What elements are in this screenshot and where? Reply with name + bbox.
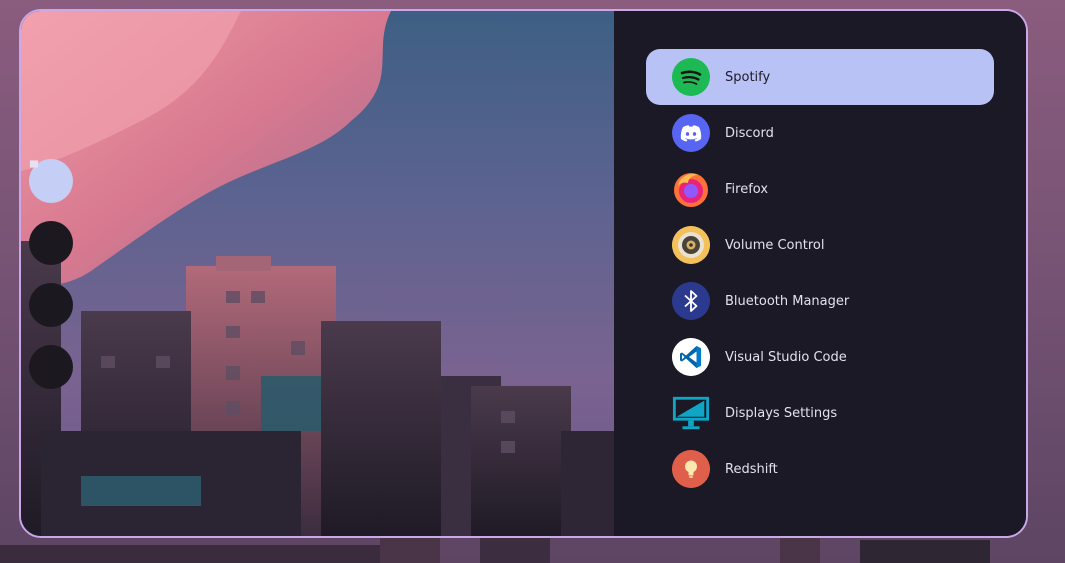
volume-control-icon (672, 226, 710, 264)
side-button-windows[interactable] (29, 160, 73, 327)
app-item-redshift[interactable]: Redshift (646, 441, 994, 497)
app-label: Firefox (725, 181, 769, 197)
app-label: Volume Control (725, 237, 825, 253)
spotify-icon (672, 58, 710, 96)
app-item-bluetooth-manager[interactable]: Bluetooth Manager (646, 273, 994, 329)
side-button-files[interactable] (29, 161, 73, 265)
launcher-image-pane (21, 11, 614, 536)
app-item-volume-control[interactable]: Volume Control (646, 217, 994, 273)
display-settings-icon (672, 394, 710, 432)
app-list-pane: Spotify Discord Firefox Volume Control B… (614, 11, 1026, 536)
app-label: Discord (725, 125, 774, 141)
app-label: Spotify (725, 69, 771, 85)
app-item-spotify[interactable]: Spotify (646, 49, 994, 105)
vscode-icon (672, 338, 710, 376)
app-label: Redshift (725, 461, 778, 477)
side-button-column (29, 159, 75, 407)
app-label: Visual Studio Code (725, 349, 847, 365)
redshift-icon (672, 450, 710, 488)
firefox-icon (672, 170, 710, 208)
app-launcher-window: Spotify Discord Firefox Volume Control B… (19, 9, 1028, 538)
bluetooth-icon (672, 282, 710, 320)
app-item-displays-settings[interactable]: Displays Settings (646, 385, 994, 441)
terminal-icon (30, 161, 38, 167)
discord-icon (672, 114, 710, 152)
app-item-firefox[interactable]: Firefox (646, 161, 994, 217)
app-label: Displays Settings (725, 405, 838, 421)
side-button-terminal[interactable] (29, 161, 73, 389)
app-list: Spotify Discord Firefox Volume Control B… (646, 49, 994, 497)
desktop-wallpaper: Spotify Discord Firefox Volume Control B… (0, 0, 1065, 563)
city-sunset-image (21, 11, 614, 536)
app-item-discord[interactable]: Discord (646, 105, 994, 161)
app-label: Bluetooth Manager (725, 293, 850, 309)
app-item-visual-studio-code[interactable]: Visual Studio Code (646, 329, 994, 385)
